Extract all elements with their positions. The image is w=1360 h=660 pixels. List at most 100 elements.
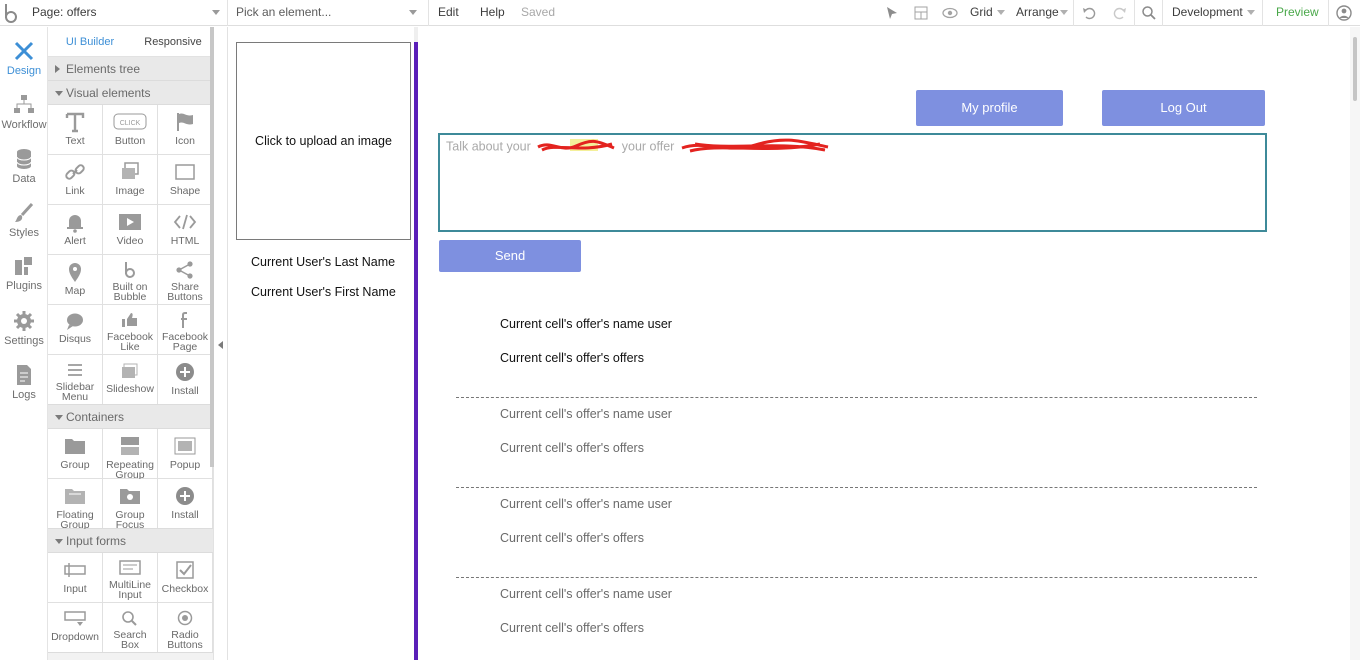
element-select[interactable]: Pick an element... [236,0,416,26]
palette-item-label: Facebook Like [106,331,154,353]
palette-item-text[interactable]: Text [48,105,102,154]
nav-design[interactable]: Design [0,33,48,85]
palette-item-multiline-input[interactable]: MultiLine Input [103,553,157,602]
arrange-menu[interactable]: Arrange [1016,0,1059,24]
palette-item-label: Repeating Group [106,459,154,481]
grid-menu[interactable]: Grid [970,0,993,24]
scribble-redaction-icon [537,139,615,152]
tab-responsive[interactable]: Responsive [136,27,210,57]
palette-item-slideshow[interactable]: Slideshow [103,355,157,404]
element-select-caret-icon[interactable] [409,10,417,15]
list-item[interactable]: Current cell's offer's name user Current… [438,567,1275,657]
image-icon [122,162,139,179]
offer-offers-text: Current cell's offer's offers [500,531,644,545]
redo-icon[interactable] [1110,4,1128,22]
page-select-caret-icon[interactable] [212,10,220,15]
palette-item-slidebar-menu[interactable]: Slidebar Menu [48,355,102,404]
palette-item-floating-group[interactable]: Floating Group [48,479,102,530]
palette-item-alert[interactable]: Alert [48,205,102,254]
arrange-caret-icon[interactable] [1060,10,1068,15]
offer-offers-text[interactable]: Current cell's offer's offers [500,351,644,365]
palette-item-popup[interactable]: Popup [158,429,212,478]
palette-item-button[interactable]: CLICK Button [103,105,157,154]
nav-styles[interactable]: Styles [0,195,48,247]
palette-item-dropdown[interactable]: Dropdown [48,603,102,652]
palette-item-repeating-group[interactable]: Repeating Group [103,429,157,481]
bubble-logo-icon[interactable] [2,2,20,24]
brush-icon [15,202,34,222]
palette-item-icon[interactable]: Icon [158,105,212,154]
page-select[interactable]: Page: offers [32,0,220,26]
palette-item-facebook-page[interactable]: Facebook Page [158,305,212,354]
environment-caret-icon[interactable] [1247,10,1255,15]
palette-item-label: Button [114,135,146,147]
last-name-text[interactable]: Current User's Last Name [248,251,402,273]
nav-logs-label: Logs [12,389,36,401]
left-group[interactable]: Click to upload an image Current User's … [229,27,414,660]
list-item[interactable]: Current cell's offer's name user Current… [438,477,1275,567]
pointer-icon[interactable] [883,4,901,22]
collapse-left-icon[interactable] [218,341,223,349]
palette-item-label: Video [116,235,144,247]
visual-elements-header[interactable]: Visual elements [48,81,213,105]
search-icon[interactable] [1140,4,1158,22]
page-select-value: Page: offers [32,5,97,19]
main-group[interactable]: My profile Log Out Talk about your your … [418,27,1350,660]
palette-item-radio-buttons[interactable]: Radio Buttons [158,603,212,652]
palette-item-built-on-bubble[interactable]: Built on Bubble [103,255,157,304]
palette-item-install[interactable]: Install [158,479,212,528]
palette-item-shape[interactable]: Shape [158,155,212,204]
offers-repeating-group[interactable]: Current cell's offer's name user Current… [438,297,1275,660]
my-profile-button[interactable]: My profile [916,90,1063,126]
nav-workflow[interactable]: Workflow [0,87,48,139]
containers-header[interactable]: Containers [48,405,213,429]
palette-item-image[interactable]: Image [103,155,157,204]
nav-data-label: Data [12,173,36,185]
nav-settings[interactable]: Settings [0,303,48,355]
palette-item-install[interactable]: Install [158,355,212,404]
palette-item-input[interactable]: Input [48,553,102,602]
elements-tree-header[interactable]: Elements tree [48,57,213,81]
divider [428,0,429,26]
nav-data[interactable]: Data [0,141,48,193]
help-menu[interactable]: Help [480,0,505,24]
palette-item-link[interactable]: Link [48,155,102,204]
layout-grid-icon[interactable] [912,4,930,22]
grid-caret-icon[interactable] [997,10,1005,15]
palette-item-search-box[interactable]: Search Box [103,603,157,652]
list-item[interactable]: Current cell's offer's name user Current… [438,297,1275,387]
plus-circle-icon [176,487,194,505]
palette-item-disqus[interactable]: Disqus [48,305,102,354]
nav-plugins[interactable]: Plugins [0,248,48,300]
palette-item-facebook-like[interactable]: Facebook Like [103,305,157,354]
undo-icon[interactable] [1081,4,1099,22]
palette-collapse-strip[interactable] [214,27,228,660]
input-forms-header[interactable]: Input forms [48,529,213,553]
user-account-icon[interactable] [1335,4,1353,22]
environment-select[interactable]: Development [1172,0,1243,24]
send-button[interactable]: Send [439,240,581,272]
edit-menu[interactable]: Edit [438,0,459,24]
palette-item-group[interactable]: Group [48,429,102,478]
list-item[interactable]: Current cell's offer's name user Current… [438,387,1275,477]
nav-logs[interactable]: Logs [0,357,48,409]
image-uploader[interactable]: Click to upload an image [236,42,411,240]
canvas-scrollbar[interactable] [1350,27,1360,660]
palette-item-label: Share Buttons [167,281,203,303]
scrollbar-thumb[interactable] [1353,37,1357,101]
slideshow-icon [122,363,138,378]
offer-name-user-text[interactable]: Current cell's offer's name user [500,317,672,331]
palette-item-html[interactable]: HTML [158,205,212,254]
palette-item-video[interactable]: Video [103,205,157,254]
palette-item-checkbox[interactable]: Checkbox [158,553,212,602]
eye-icon[interactable] [941,4,959,22]
preview-button[interactable]: Preview [1276,0,1319,24]
first-name-text[interactable]: Current User's First Name [248,281,402,303]
palette-item-group-focus[interactable]: Group Focus [103,479,157,530]
offer-multiline-input[interactable]: Talk about your your offer [438,133,1267,232]
palette-item-map[interactable]: Map [48,255,102,304]
tab-ui-builder[interactable]: UI Builder [54,27,126,57]
facebook-icon [181,312,187,328]
palette-item-share-buttons[interactable]: Share Buttons [158,255,212,304]
log-out-button[interactable]: Log Out [1102,90,1265,126]
